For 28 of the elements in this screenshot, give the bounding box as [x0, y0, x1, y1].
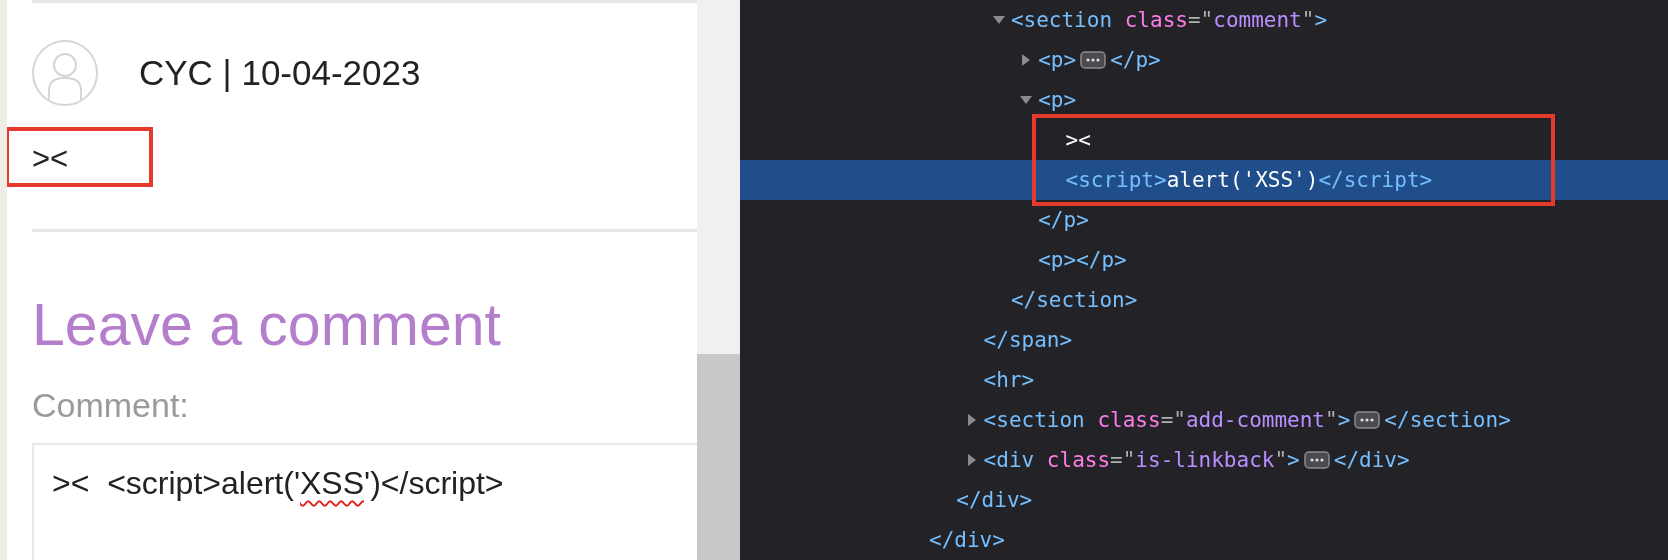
scrollbar[interactable]	[697, 0, 740, 560]
more-icon[interactable]	[1080, 51, 1107, 69]
element-markup-text[interactable]: <hr>	[983, 368, 1035, 392]
closing-tag-text[interactable]: </div>	[929, 528, 1005, 552]
more-icon[interactable]	[1303, 451, 1330, 469]
avatar-icon	[32, 40, 98, 106]
element-markup-text[interactable]: <p></p>	[1038, 248, 1127, 272]
more-icon[interactable]	[1354, 411, 1381, 429]
closing-tag-text[interactable]: </p>	[1110, 48, 1161, 72]
field-label: Comment:	[32, 385, 190, 425]
opening-tag-text[interactable]: <div class="is-linkback">	[983, 448, 1300, 472]
opening-tag-text[interactable]: <section class="add-comment">	[983, 408, 1351, 432]
closing-tag-text[interactable]: </div>	[956, 488, 1033, 512]
opening-tag-text[interactable]: <p>	[1038, 48, 1077, 72]
element-markup-text[interactable]: <script>alert('XSS')</script>	[1065, 168, 1433, 192]
opening-tag-text[interactable]: <p>	[1038, 88, 1077, 112]
selected-node-row[interactable]: <script>alert('XSS')</script>	[740, 160, 1668, 200]
node-text[interactable]: ><	[1065, 128, 1091, 152]
comment-author-date: CYC | 10-04-2023	[139, 53, 421, 93]
scrollbar-thumb[interactable]	[697, 354, 740, 560]
section-heading: Leave a comment	[32, 292, 502, 358]
opening-tag-text[interactable]: <section class="comment">	[1010, 8, 1328, 32]
closing-tag-text[interactable]: </section>	[1384, 408, 1511, 432]
comment-text: ><	[32, 141, 69, 176]
closing-tag-text[interactable]: </p>	[1038, 208, 1089, 232]
closing-tag-text[interactable]: </section>	[1010, 288, 1138, 312]
closing-tag-text[interactable]: </div>	[1333, 448, 1410, 472]
closing-tag-text[interactable]: </span>	[983, 328, 1073, 352]
